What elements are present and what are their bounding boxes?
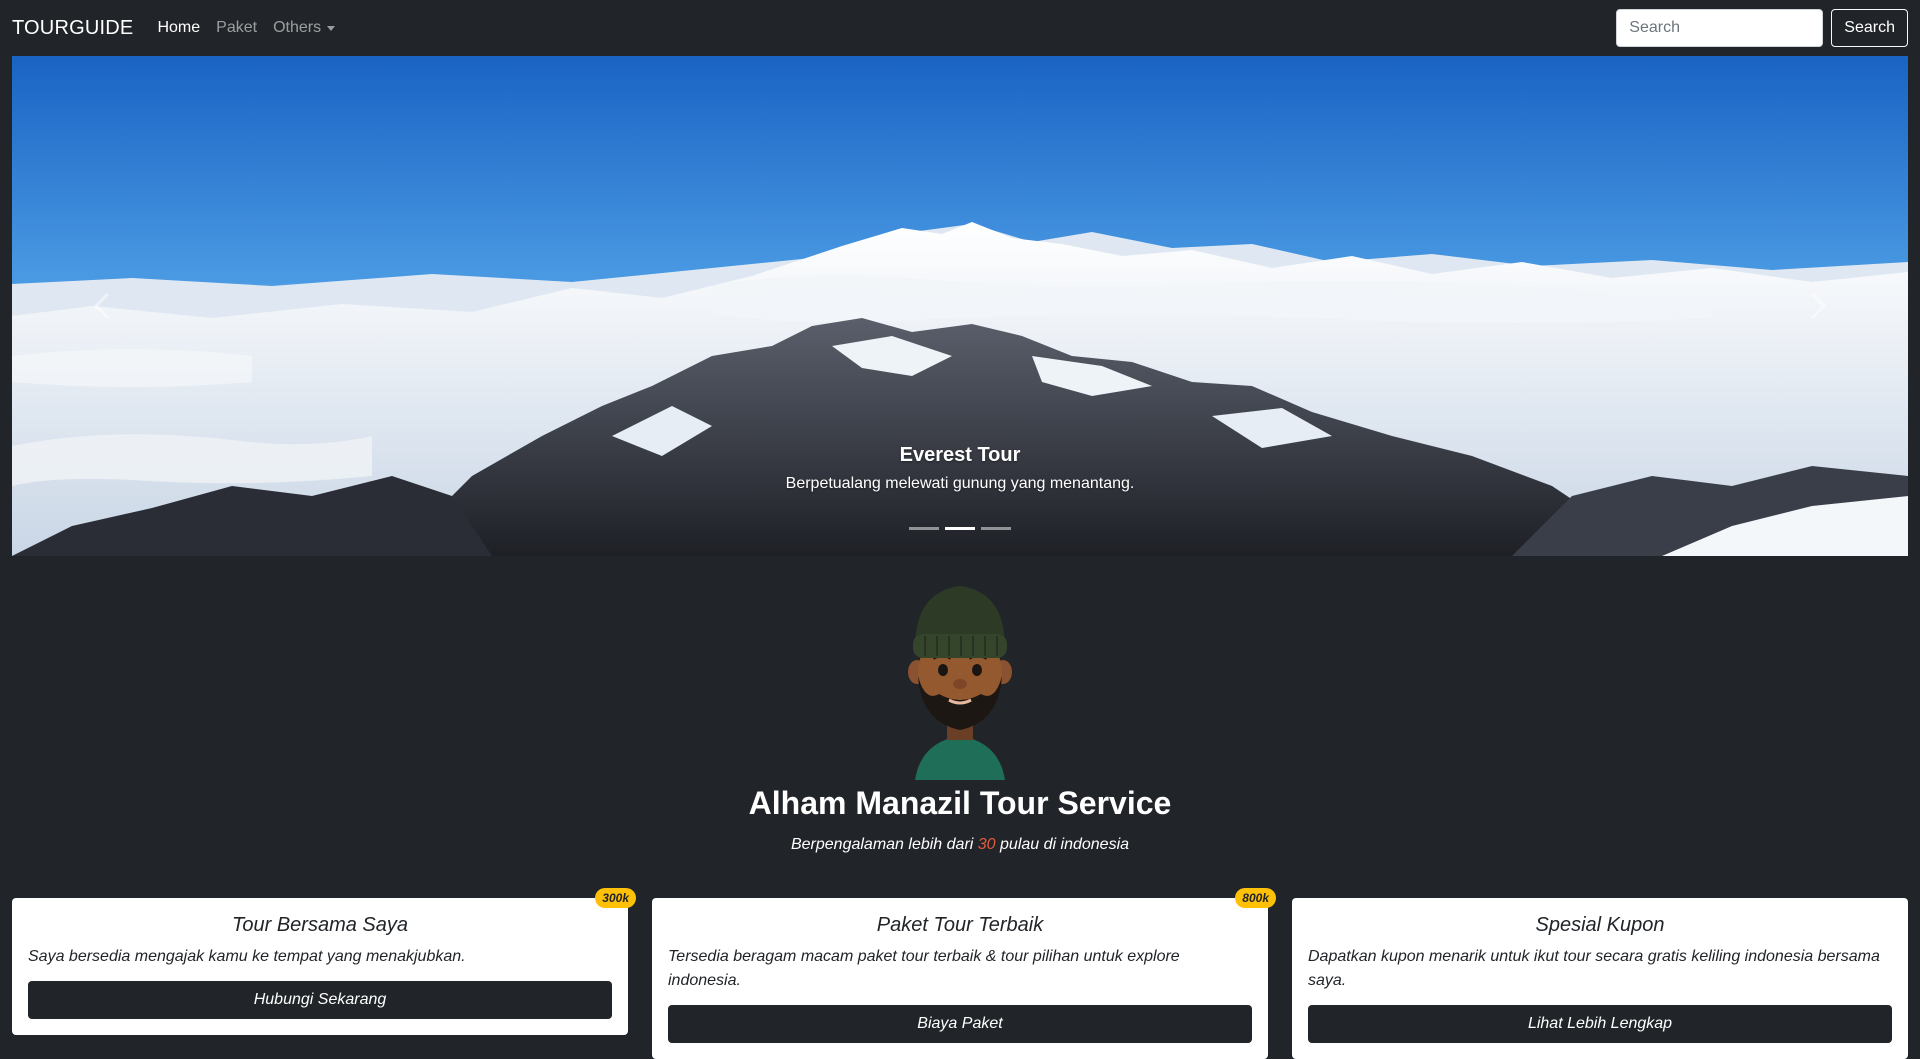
nav-home[interactable]: Home (157, 19, 200, 37)
nav-paket[interactable]: Paket (216, 19, 257, 37)
chevron-left-icon (93, 292, 110, 320)
search-form: Search (1616, 9, 1908, 47)
nav-others-dropdown[interactable]: Others (273, 19, 336, 37)
carousel-indicator-1[interactable] (909, 527, 939, 530)
tagline-number: 30 (977, 836, 996, 853)
card-title: Spesial Kupon (1535, 914, 1665, 936)
page-subtitle: Berpengalaman lebih dari 30 pulau di ind… (0, 836, 1920, 854)
hubungi-sekarang-button[interactable]: Hubungi Sekarang (28, 981, 612, 1019)
carousel-caption: Everest Tour Berpetualang melewati gunun… (12, 444, 1908, 493)
card-text: Dapatkan kupon menarik untuk ikut tour s… (1308, 948, 1880, 989)
card-text: Saya bersedia mengajak kamu ke tempat ya… (28, 948, 466, 965)
slide-title: Everest Tour (899, 444, 1021, 466)
chevron-right-icon (1810, 292, 1827, 320)
hero-carousel: Everest Tour Berpetualang melewati gunun… (12, 56, 1908, 556)
biaya-paket-button[interactable]: Biaya Paket (668, 1005, 1252, 1043)
card-text: Tersedia beragam macam paket tour terbai… (668, 948, 1180, 989)
carousel-indicator-3[interactable] (981, 527, 1011, 530)
tagline-text-before: Berpengalaman lebih dari (790, 836, 978, 853)
slide-text: Berpetualang melewati gunung yang menant… (785, 475, 1135, 492)
avatar (908, 586, 1012, 780)
card-spesial-kupon: Spesial Kupon Dapatkan kupon menarik unt… (1292, 898, 1908, 1059)
carousel-indicators (12, 527, 1908, 530)
navbar: TOURGUIDE Home Paket Others Search (0, 0, 1920, 56)
price-badge: 300k (595, 888, 636, 908)
brand-logo[interactable]: TOURGUIDE (12, 17, 133, 40)
lihat-lebih-lengkap-button[interactable]: Lihat Lebih Lengkap (1308, 1005, 1892, 1043)
caret-down-icon (327, 25, 336, 31)
page-title: Alham Manazil Tour Service (748, 785, 1172, 821)
nav-others-label: Others (273, 19, 322, 36)
card-title: Paket Tour Terbaik (876, 914, 1044, 936)
price-badge: 800k (1235, 888, 1276, 908)
carousel-indicator-2[interactable] (945, 527, 975, 530)
card-tour-bersama: 300k Tour Bersama Saya Saya bersedia men… (12, 888, 636, 1035)
card-paket-tour: 800k Paket Tour Terbaik Tersedia beragam… (652, 888, 1276, 1059)
card-title: Tour Bersama Saya (231, 914, 408, 936)
search-button[interactable]: Search (1831, 9, 1908, 47)
search-input[interactable] (1616, 9, 1824, 47)
tagline-text-after: pulau di indonesia (995, 836, 1130, 853)
